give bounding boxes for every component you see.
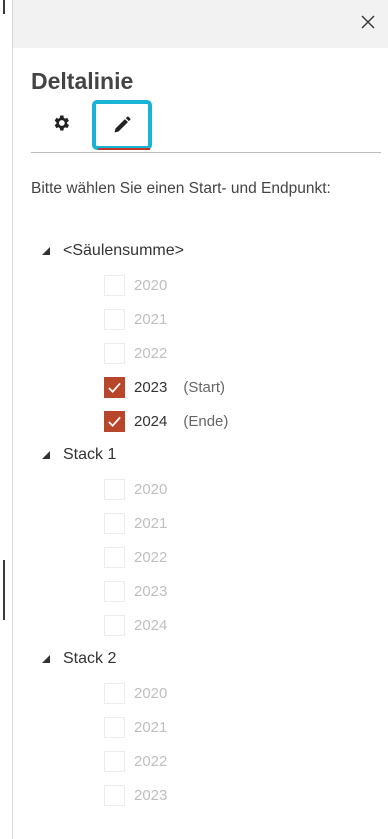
year-checkbox[interactable] [104, 376, 125, 398]
tree-group[interactable]: Stack 2 [31, 642, 371, 676]
year-checkbox[interactable] [104, 512, 125, 534]
year-checkbox[interactable] [104, 784, 125, 806]
collapse-triangle-icon[interactable] [41, 450, 51, 460]
tree-item[interactable]: 2022 [31, 744, 371, 778]
year-label: 2021 [134, 718, 168, 736]
tree-item[interactable]: 2020 [31, 268, 371, 302]
year-checkbox[interactable] [104, 546, 125, 568]
year-label: 2022 [134, 752, 168, 770]
tree-item[interactable]: 2020 [31, 676, 371, 710]
year-checkbox[interactable] [104, 410, 125, 432]
tree-item[interactable]: 2021 [31, 506, 371, 540]
tree-item[interactable]: 2022 [31, 336, 371, 370]
year-checkbox[interactable] [104, 682, 125, 704]
close-button[interactable] [358, 14, 378, 34]
collapse-triangle-icon[interactable] [41, 246, 51, 256]
panel-titlebar [13, 0, 388, 48]
tree-item[interactable]: 2021 [31, 302, 371, 336]
year-checkbox[interactable] [104, 716, 125, 738]
tab-edit[interactable] [92, 100, 152, 150]
selection-tree: <Säulensumme> 2020 2021 2022 2023 (Start) 2024… [31, 234, 371, 812]
tree-group[interactable]: Stack 1 [31, 438, 371, 472]
edge-mark [3, 560, 5, 620]
year-label: 2022 [134, 548, 168, 566]
endpoint-tag: (Ende) [183, 412, 229, 430]
year-checkbox[interactable] [104, 478, 125, 500]
tree-group-label: Stack 1 [63, 446, 117, 463]
year-label: 2024 [134, 412, 168, 430]
year-checkbox[interactable] [104, 342, 125, 364]
year-label: 2023 [134, 786, 168, 804]
tree-item[interactable]: 2022 [31, 540, 371, 574]
tree-item[interactable]: 2023 (Start) [31, 370, 371, 404]
year-label: 2023 [134, 582, 168, 600]
year-checkbox[interactable] [104, 614, 125, 636]
year-label: 2021 [134, 310, 168, 328]
year-checkbox[interactable] [104, 580, 125, 602]
tree-item[interactable]: 2023 [31, 574, 371, 608]
year-checkbox[interactable] [104, 308, 125, 330]
deltalinie-panel: Deltalinie Bitte wählen Sie einen Start-… [13, 0, 388, 839]
tree-group-label: Stack 2 [63, 650, 117, 667]
year-label: 2020 [134, 276, 168, 294]
close-icon [361, 15, 375, 29]
tree-item[interactable]: 2024 (Ende) [31, 404, 371, 438]
year-label: 2024 [134, 616, 168, 634]
year-checkbox[interactable] [104, 750, 125, 772]
year-label: 2021 [134, 514, 168, 532]
tree-group-label: <Säulensumme> [63, 242, 184, 259]
instruction-text: Bitte wählen Sie einen Start- und Endpun… [31, 180, 331, 197]
year-label: 2020 [134, 480, 168, 498]
tab-divider [31, 152, 381, 153]
collapse-triangle-icon[interactable] [41, 654, 51, 664]
year-label: 2023 [134, 378, 168, 396]
active-tab-indicator [98, 148, 150, 150]
edge-mark [3, 0, 5, 14]
tree-group[interactable]: <Säulensumme> [31, 234, 371, 268]
checkmark-icon [108, 416, 121, 427]
background-window-edge [0, 0, 13, 839]
gear-icon [54, 115, 69, 131]
endpoint-tag: (Start) [183, 378, 226, 396]
tree-item[interactable]: 2021 [31, 710, 371, 744]
tree-item[interactable]: 2024 [31, 608, 371, 642]
tree-item[interactable]: 2020 [31, 472, 371, 506]
year-label: 2022 [134, 344, 168, 362]
pencil-icon [114, 116, 131, 133]
checkmark-icon [108, 382, 121, 393]
year-label: 2020 [134, 684, 168, 702]
tab-settings[interactable] [41, 103, 81, 143]
panel-title: Deltalinie [31, 68, 134, 94]
tree-item[interactable]: 2023 [31, 778, 371, 812]
year-checkbox[interactable] [104, 274, 125, 296]
